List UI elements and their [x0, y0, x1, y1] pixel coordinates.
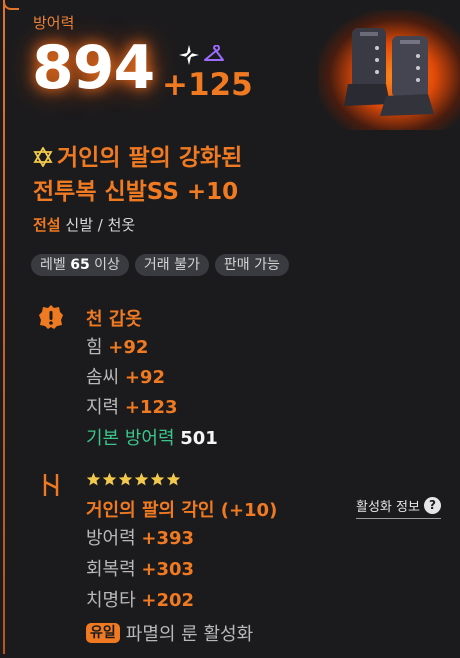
stat-value: +92	[124, 367, 165, 388]
armor-badge-icon	[39, 305, 63, 329]
stat-label: 방어력	[86, 528, 142, 549]
stat-label: 기본 방어력	[86, 428, 181, 449]
stat-value: +202	[141, 590, 195, 611]
stat-value: 501	[180, 428, 218, 449]
stat-dexterity: 솜씨 +92	[86, 367, 165, 389]
stat-label: 치명타	[86, 590, 142, 611]
boots-item-icon	[344, 28, 434, 116]
stat-label: 지력	[86, 397, 125, 418]
defense-label: 방어력	[33, 14, 75, 32]
engraving-title: 거인의 팔의 각인 (+10)	[86, 500, 278, 521]
stat-value: +123	[124, 397, 178, 418]
engraving-stat-recovery: 회복력 +303	[86, 559, 194, 581]
stat-label: 힘	[86, 337, 109, 358]
stat-base-defense: 기본 방어력 501	[86, 428, 218, 450]
unique-effect-row: 유일 파멸의 룬 활성화	[86, 620, 253, 646]
stat-label: 회복력	[86, 559, 142, 580]
unique-badge: 유일	[86, 623, 120, 643]
stat-intelligence: 지력 +123	[86, 397, 178, 419]
tooltip-frame-hook	[3, 0, 19, 10]
activation-info-label: 활성화 정보	[356, 500, 420, 515]
tag-level-suffix: 이상	[94, 257, 120, 273]
tag-level-value: 65	[70, 257, 90, 273]
defense-value: 894	[32, 33, 155, 103]
stat-value: +393	[141, 528, 195, 549]
activation-info-button[interactable]: 활성화 정보 ?	[356, 496, 441, 519]
tag-level: 레벨 65 이상	[31, 254, 129, 276]
star-of-david-icon	[33, 147, 53, 167]
rating-star-icon	[86, 472, 101, 486]
item-category: 신발 / 천옷	[65, 216, 136, 234]
item-name-line1: 거인의 팔의 강화된	[57, 145, 243, 171]
item-grade: 전설	[33, 216, 61, 234]
rating-star-icon	[166, 472, 181, 486]
tag-sell: 판매 가능	[214, 254, 289, 276]
item-name: 거인의 팔의 강화된 전투복 신발SS +10	[33, 141, 242, 209]
item-name-line2: 전투복 신발SS +10	[33, 179, 239, 205]
tooltip-frame-line	[3, 0, 5, 654]
stat-label: 솜씨	[86, 367, 125, 388]
rating-star-icon	[150, 472, 165, 486]
rating-star-icon	[102, 472, 117, 486]
rune-icon	[43, 474, 59, 496]
unique-effect-text: 파멸의 룬 활성화	[125, 624, 254, 645]
grade-row: 전설 신발 / 천옷	[33, 214, 135, 235]
rating-star-icon	[134, 472, 149, 486]
armor-section-title: 천 갑옷	[86, 309, 142, 330]
item-tags: 레벨 65 이상 거래 불가 판매 가능	[31, 254, 289, 276]
engraving-stars	[86, 472, 181, 487]
stat-value: +303	[141, 559, 195, 580]
hanger-icon	[204, 45, 224, 61]
rating-star-icon	[118, 472, 133, 486]
engraving-stat-defense: 방어력 +393	[86, 528, 194, 550]
stat-strength: 힘 +92	[86, 337, 148, 359]
engraving-stat-critical: 치명타 +202	[86, 590, 194, 612]
sparkle-star-icon	[179, 45, 199, 65]
tag-trade: 거래 불가	[134, 254, 209, 276]
question-icon: ?	[423, 497, 441, 514]
stat-value: +92	[108, 337, 149, 358]
defense-bonus: +125	[162, 67, 253, 103]
tag-level-prefix: 레벨	[40, 257, 66, 273]
truncated-next-line	[86, 646, 376, 658]
